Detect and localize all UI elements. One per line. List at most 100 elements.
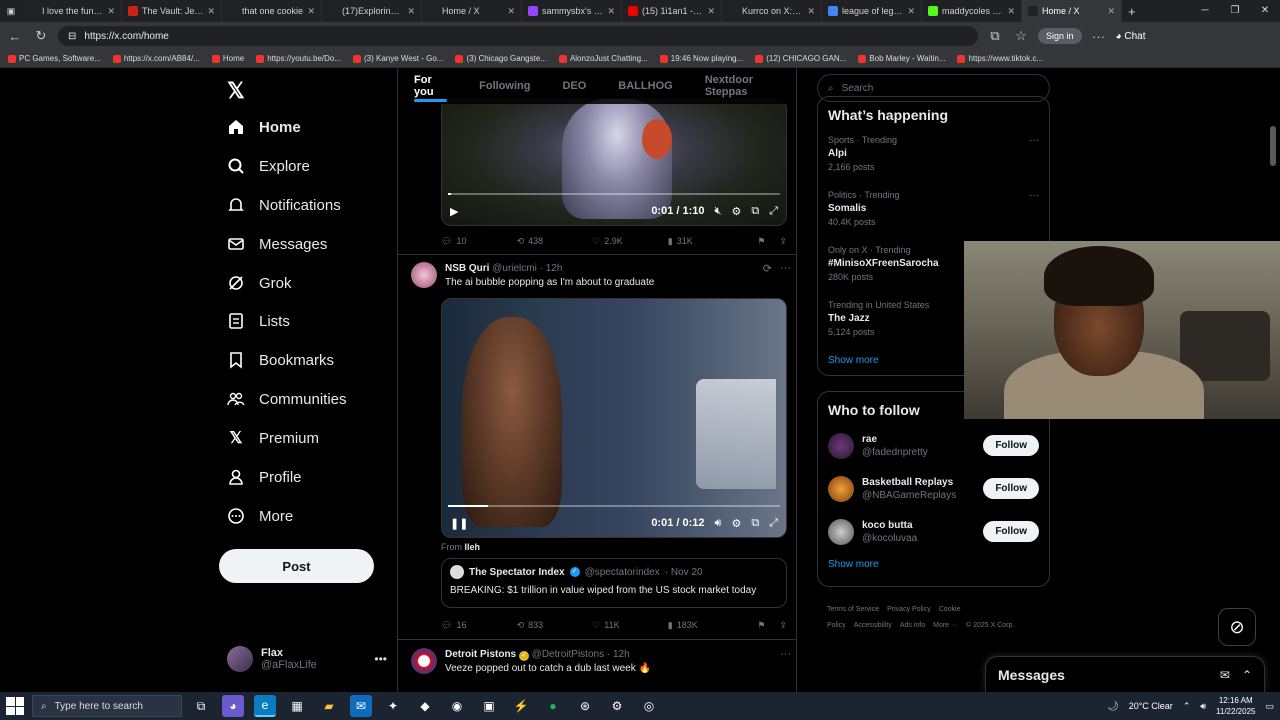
windows-start-icon[interactable] xyxy=(6,697,24,715)
browser-tab[interactable]: The Vault: Jet Li ✕ xyxy=(122,0,222,22)
tab-close-icon[interactable]: ✕ xyxy=(1007,6,1015,17)
account-more-icon[interactable]: ••• xyxy=(374,652,387,666)
tab-close-icon[interactable]: ✕ xyxy=(607,6,615,17)
edge-icon[interactable]: e xyxy=(254,695,276,717)
like-button[interactable]: ♡ 11K xyxy=(592,620,668,631)
browser-tab[interactable]: (17)Exploring Lo ✕ xyxy=(322,0,422,22)
timeline-tab[interactable]: BALLHOG xyxy=(602,68,688,104)
nav-notifications[interactable]: Notifications xyxy=(227,190,341,220)
browser-tab[interactable]: maddycoles Stre ✕ xyxy=(922,0,1022,22)
bookmark-item[interactable]: 19:46 Now playing... xyxy=(659,54,743,63)
nav-lists[interactable]: Lists xyxy=(227,306,290,336)
from-name[interactable]: lleh xyxy=(465,542,481,552)
notifications-icon[interactable]: ▭ xyxy=(1265,701,1274,712)
weather-icon[interactable]: 🌙︎ xyxy=(1107,701,1118,712)
back-icon[interactable]: ← xyxy=(6,29,24,44)
tab-actions-icon[interactable]: ▣ xyxy=(0,6,22,17)
page-scrollbar[interactable] xyxy=(1270,126,1276,166)
nav-bookmarks[interactable]: Bookmarks xyxy=(227,345,334,375)
footer-link[interactable]: Terms of Service xyxy=(827,606,879,613)
settings-icon[interactable]: ⚙ xyxy=(606,695,628,717)
browser-tab[interactable]: league of legend ✕ xyxy=(822,0,922,22)
menu-icon[interactable]: ··· xyxy=(1090,29,1108,44)
fullscreen-icon[interactable]: ⤢ xyxy=(769,517,778,530)
url-bar[interactable]: ⊟ https://x.com/home xyxy=(58,26,978,46)
bookmark-item[interactable]: (3) Chicago Gangste... xyxy=(455,54,547,63)
pip-icon[interactable]: ⧉ xyxy=(751,517,759,530)
nav-explore[interactable]: Explore xyxy=(227,151,310,181)
new-message-icon[interactable]: ✉ xyxy=(1220,668,1230,682)
tab-close-icon[interactable]: ✕ xyxy=(1107,6,1115,17)
file-explorer-icon[interactable]: ▰ xyxy=(318,695,340,717)
browser-tab[interactable]: Home / X ✕ xyxy=(1022,0,1122,22)
app-icon[interactable]: ◆ xyxy=(414,695,436,717)
weather-text[interactable]: 20°C Clear xyxy=(1129,701,1173,711)
mail-icon[interactable]: ✉ xyxy=(350,695,372,717)
volume-icon[interactable]: 🔊︎ xyxy=(715,517,722,530)
obs-icon[interactable]: ◎ xyxy=(638,695,660,717)
trend-item[interactable]: Sports · Trending Alpi 2,166 posts ··· xyxy=(818,129,1049,184)
footer-link[interactable]: Accessibility xyxy=(854,622,892,629)
avatar[interactable] xyxy=(411,262,437,288)
tab-close-icon[interactable]: ✕ xyxy=(207,6,215,17)
site-info-icon[interactable]: ⊟ xyxy=(68,31,76,42)
reply-button[interactable]: 💬︎ 16 xyxy=(441,620,517,631)
play-icon[interactable]: ▶ xyxy=(450,205,458,218)
bookmark-item[interactable]: https://x.com/AB84/... xyxy=(112,54,200,63)
app-icon[interactable]: ◉ xyxy=(446,695,468,717)
nav-messages[interactable]: Messages xyxy=(227,229,327,259)
bookmark-item[interactable]: (12) CHICAGO GAN... xyxy=(755,54,846,63)
author-name[interactable]: Detroit Pistons xyxy=(445,649,516,660)
video-progress[interactable] xyxy=(448,193,780,195)
avatar[interactable] xyxy=(411,648,437,674)
footer-link[interactable]: Privacy Policy xyxy=(887,606,931,613)
refresh-icon[interactable]: ↻ xyxy=(32,28,50,44)
bookmark-item[interactable]: (3) Kanye West - Go... xyxy=(353,54,443,63)
author-name[interactable]: NSB Quri xyxy=(445,263,489,274)
store-icon[interactable]: ▦ xyxy=(286,695,308,717)
favorites-icon[interactable]: ☆ xyxy=(1012,28,1030,44)
nav-communities[interactable]: Communities xyxy=(227,384,347,414)
pause-icon[interactable]: ❚❚ xyxy=(450,517,468,530)
timeline-tab[interactable]: For you xyxy=(398,68,463,104)
spotify-icon[interactable]: ● xyxy=(542,695,564,717)
nav-profile[interactable]: Profile xyxy=(227,462,302,492)
repost-button[interactable]: ⟲ 833 xyxy=(517,620,593,631)
browser-tab[interactable]: I love the funk in ✕ xyxy=(22,0,122,22)
tweet2-video[interactable]: ❚❚ 0:01 / 0:12 🔊︎ ⚙ ⧉ ⤢ xyxy=(441,298,787,538)
mute-icon[interactable]: 🔇︎ xyxy=(715,205,722,218)
bookmark-button[interactable]: ⚑ xyxy=(757,620,765,631)
nav-premium[interactable]: 𝕏 Premium xyxy=(227,423,319,453)
settings-icon[interactable]: ⚙ xyxy=(731,205,741,218)
volume-icon[interactable]: 🔊︎ xyxy=(1200,701,1206,712)
views-button[interactable]: ▮ 183K xyxy=(668,620,744,631)
bookmark-item[interactable]: PC Games, Software... xyxy=(8,54,101,63)
new-tab-button[interactable]: + xyxy=(1122,4,1142,19)
follow-button[interactable]: Follow xyxy=(983,478,1039,499)
footer-link[interactable]: © 2025 X Corp. xyxy=(966,622,1014,629)
nav-more[interactable]: More xyxy=(227,501,293,531)
tweet-more-icon[interactable]: ··· xyxy=(780,262,791,274)
nav-home[interactable]: Home xyxy=(227,112,301,142)
follow-button[interactable]: Follow xyxy=(983,521,1039,542)
video-progress[interactable] xyxy=(448,505,780,507)
app-icon[interactable]: ▣ xyxy=(478,695,500,717)
follow-suggestion[interactable]: Basketball Replays @NBAGameReplays Follow xyxy=(818,467,1049,510)
footer-link[interactable]: More ··· xyxy=(933,622,958,629)
share-icon[interactable]: ⇪ xyxy=(779,620,787,631)
views-button[interactable]: ▮ 31K xyxy=(668,236,744,247)
author-handle[interactable]: @urielcmi xyxy=(492,263,537,274)
tab-close-icon[interactable]: ✕ xyxy=(707,6,715,17)
browser-tab[interactable]: (15) 1i1an1 - Sw ✕ xyxy=(622,0,722,22)
copilot-icon[interactable]: ◕ xyxy=(222,695,244,717)
account-switcher[interactable]: Flax @aFlaxLife ••• xyxy=(227,646,387,672)
close-window-icon[interactable]: ✕ xyxy=(1250,0,1280,22)
share-icon[interactable]: ⇪ xyxy=(779,236,787,247)
quoted-tweet[interactable]: The Spectator Index ✓ @spectatorindex · … xyxy=(441,558,787,608)
trend-more-icon[interactable]: ··· xyxy=(1029,190,1039,201)
tab-close-icon[interactable]: ✕ xyxy=(107,6,115,17)
show-more-link[interactable]: Show more xyxy=(818,553,1049,580)
clock[interactable]: 12:16 AM 11/22/2025 xyxy=(1216,695,1255,717)
author-handle[interactable]: @DetroitPistons xyxy=(532,649,604,660)
game-icon[interactable]: ✦ xyxy=(382,695,404,717)
